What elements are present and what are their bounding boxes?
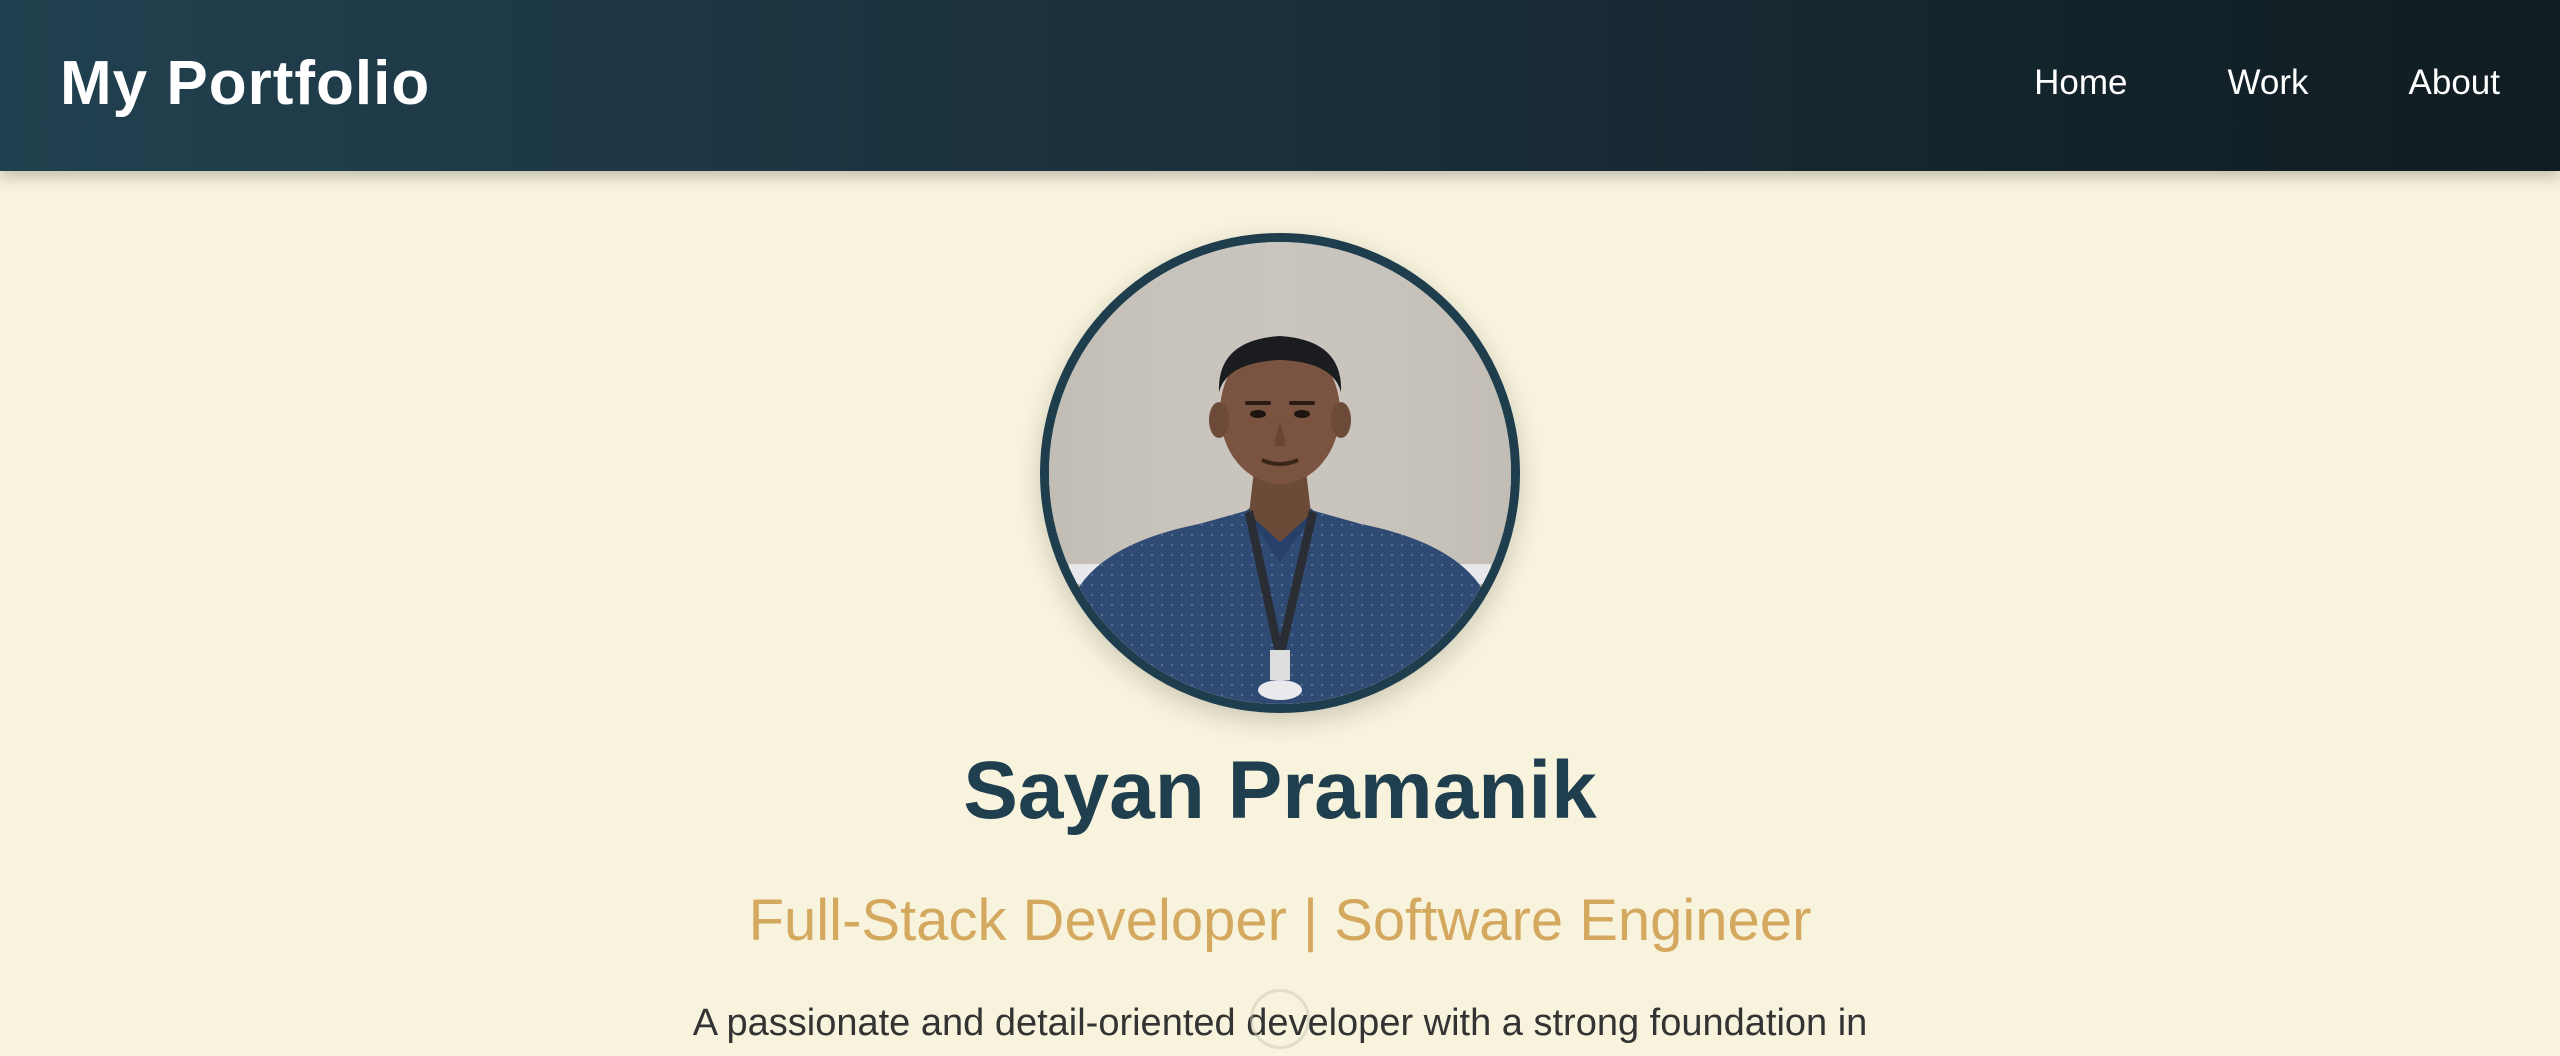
top-navbar: My Portfolio Home Work About bbox=[0, 0, 2560, 171]
profile-photo-illustration bbox=[1049, 242, 1511, 704]
profile-name: Sayan Pramanik bbox=[963, 745, 1597, 836]
hero-section: Sayan Pramanik Full-Stack Developer | So… bbox=[0, 171, 2560, 1056]
profile-tagline: Full-Stack Developer | Software Engineer bbox=[748, 888, 1812, 953]
brand-logo-text[interactable]: My Portfolio bbox=[60, 49, 430, 118]
profile-photo bbox=[1040, 233, 1520, 713]
nav-home-link[interactable]: Home bbox=[2034, 62, 2127, 104]
nav-work-link[interactable]: Work bbox=[2228, 62, 2309, 104]
nav-about-link[interactable]: About bbox=[2409, 62, 2500, 104]
nav-links: Home Work About bbox=[2034, 62, 2500, 104]
scroll-indicator-icon bbox=[1250, 989, 1310, 1049]
